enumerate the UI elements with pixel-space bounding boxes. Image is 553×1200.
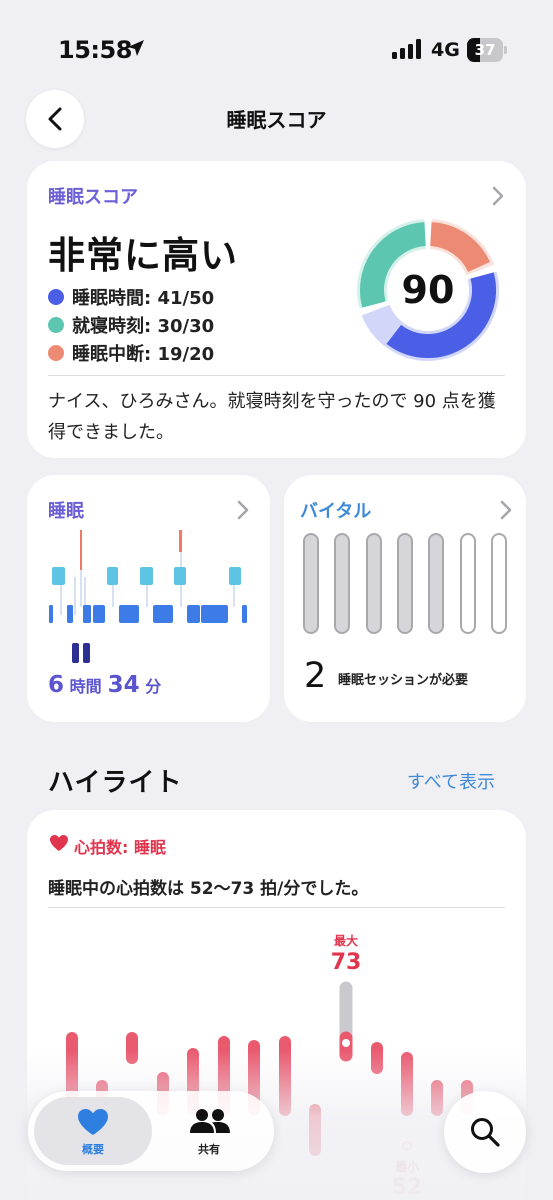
vital-session-bar xyxy=(459,533,476,634)
legend-dot xyxy=(48,317,64,333)
core-segment xyxy=(119,605,139,623)
rem-segment xyxy=(107,567,118,585)
vitals-card[interactable]: バイタル 2 睡眠セッションが必要 xyxy=(284,475,526,722)
legend-label: 就寝時刻: 30/30 xyxy=(72,316,215,337)
hr-max-label: 最大 xyxy=(333,934,358,948)
search-button[interactable] xyxy=(444,1091,526,1173)
core-segment xyxy=(83,605,91,623)
vital-session-bar xyxy=(303,533,319,634)
sleep-card[interactable]: 睡眠 6 時間 34 分 xyxy=(27,475,270,722)
sleep-minutes: 34 xyxy=(107,672,140,698)
sessions-needed-label: 睡眠セッションが必要 xyxy=(338,673,469,688)
sleep-hours: 6 xyxy=(48,672,65,698)
sleep-minutes-unit: 分 xyxy=(145,677,162,696)
battery-icon: 37 xyxy=(467,38,507,62)
tab-bar: 概要 共有 xyxy=(28,1091,274,1171)
vital-session-bar xyxy=(334,533,351,634)
location-arrow-icon xyxy=(128,40,144,56)
legend-label: 睡眠時間: 41/50 xyxy=(72,288,215,309)
card-title-sleep-score: 睡眠スコア xyxy=(48,187,138,208)
legend-dot xyxy=(48,345,64,361)
tab-label: 共有 xyxy=(198,1143,220,1156)
legend-sleep-duration: 睡眠時間: 41/50 xyxy=(48,284,214,310)
rem-segment xyxy=(52,567,65,585)
cellular-signal-icon xyxy=(392,39,421,59)
sessions-needed-count: 2 xyxy=(304,656,327,696)
rem-segment xyxy=(174,567,186,585)
vital-session-bar xyxy=(365,533,382,634)
legend-bedtime: 就寝時刻: 30/30 xyxy=(48,312,214,338)
tab-label: 概要 xyxy=(82,1143,104,1156)
tab-summary[interactable]: 概要 xyxy=(34,1097,152,1165)
search-icon xyxy=(471,1118,500,1147)
rem-segment xyxy=(140,567,153,585)
sleep-score-card[interactable]: 睡眠スコア 非常に高い 睡眠時間: 41/50 就寝時刻: 30/30 睡眠中断… xyxy=(27,161,526,458)
awake-segment xyxy=(80,530,82,570)
show-all-link[interactable]: すべて表示 xyxy=(407,768,495,794)
tab-sharing[interactable]: 共有 xyxy=(150,1097,268,1165)
deep-segment xyxy=(72,643,79,663)
score-value: 90 xyxy=(401,268,455,312)
divider xyxy=(48,375,505,376)
legend-dot xyxy=(48,289,64,305)
sleep-hours-unit: 時間 xyxy=(69,677,102,696)
hr-max-marker xyxy=(342,1039,350,1047)
score-message: ナイス、ひろみさん。就寝時刻を守ったので 90 点を獲得できました。 xyxy=(48,391,496,443)
network-type: 4G xyxy=(431,39,460,61)
vital-session-bar xyxy=(396,533,413,634)
battery-percent: 37 xyxy=(474,41,496,59)
sleep-duration: 6 時間 34 分 xyxy=(48,672,167,698)
core-segment xyxy=(242,605,247,623)
vital-session-bar xyxy=(428,533,445,634)
sleep-stages-chart xyxy=(49,530,247,663)
rem-segment xyxy=(229,567,241,585)
core-segment xyxy=(187,605,200,623)
legend-label: 睡眠中断: 19/20 xyxy=(72,344,215,365)
core-segment xyxy=(201,605,228,623)
status-time: 15:58 xyxy=(58,36,132,64)
card-title-vitals: バイタル xyxy=(300,501,372,522)
heart-icon xyxy=(78,1109,108,1135)
core-segment xyxy=(49,605,53,623)
chevron-right-icon xyxy=(500,500,512,520)
status-bar: 15:58 4G 37 xyxy=(0,0,553,100)
core-segment xyxy=(93,605,105,623)
deep-segment xyxy=(83,643,90,663)
core-segment xyxy=(153,605,173,623)
legend-interruptions: 睡眠中断: 19/20 xyxy=(48,340,214,366)
people-icon xyxy=(190,1109,230,1133)
vital-session-bar xyxy=(490,533,507,634)
chevron-right-icon xyxy=(492,186,504,206)
awake-segment xyxy=(179,530,182,552)
score-rating: 非常に高い xyxy=(48,234,238,277)
page-title: 睡眠スコア xyxy=(226,108,327,132)
highlights-heading: ハイライト xyxy=(48,768,183,798)
hr-max-value: 73 xyxy=(330,950,362,975)
core-segment xyxy=(67,605,73,623)
